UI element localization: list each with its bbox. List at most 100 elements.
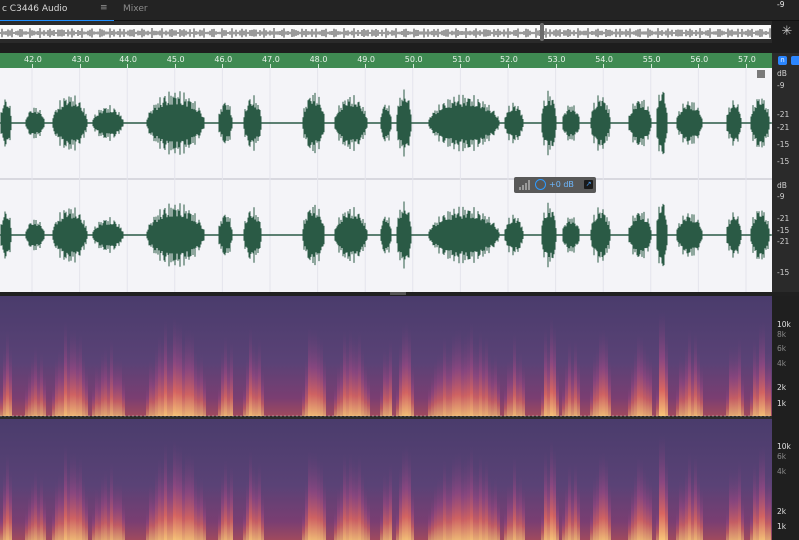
spectral-energy: [164, 319, 167, 416]
spectral-energy: [155, 469, 158, 540]
spectral-energy: [631, 486, 634, 540]
tab-editor-file[interactable]: c C3446 Audio Extracted.wav *: [0, 0, 114, 32]
spectral-energy: [634, 473, 637, 540]
panel-menu-icon[interactable]: ≡: [100, 3, 108, 13]
spectral-energy: [252, 341, 255, 416]
spectral-energy: [170, 461, 173, 540]
spectral-energy: [507, 359, 510, 416]
pin-icon[interactable]: ↗: [584, 180, 593, 189]
ruler-tick-label: 50.0: [404, 55, 423, 64]
spectral-energy: [628, 384, 631, 416]
tab-mixer[interactable]: Mixer: [123, 0, 148, 20]
spectral-energy: [541, 507, 544, 540]
db-scale-label: -21: [777, 110, 790, 119]
spectral-energy: [593, 352, 596, 416]
spectral-energy: [428, 507, 431, 540]
spectral-energy: [107, 358, 110, 416]
spectral-energy: [337, 363, 340, 416]
spectral-energy: [85, 490, 88, 540]
overview-view-handle[interactable]: [540, 23, 544, 41]
spectral-energy: [349, 453, 352, 540]
overview-waveform[interactable]: [0, 25, 771, 39]
spectral-energy: [170, 337, 173, 416]
spectral-energy: [631, 362, 634, 416]
ruler-tick-label: 49.0: [357, 55, 375, 64]
spectral-energy: [67, 338, 70, 416]
spectral-energy: [762, 321, 765, 416]
spectral-energy: [194, 473, 197, 540]
spectral-energy: [28, 368, 31, 416]
gain-knob-icon[interactable]: [535, 179, 546, 190]
spectral-frequency-display[interactable]: [0, 296, 772, 540]
spectral-energy: [67, 462, 70, 540]
spectral-energy: [179, 445, 182, 540]
ruler-tick-label: 48.0: [309, 55, 328, 64]
spectral-energy: [759, 323, 762, 416]
spectral-energy: [191, 454, 194, 540]
spectral-energy: [389, 463, 392, 540]
spectral-energy: [688, 329, 691, 416]
spectral-energy: [679, 478, 682, 540]
spectral-energy: [389, 339, 392, 416]
spectral-energy: [437, 353, 440, 416]
spectral-energy: [497, 496, 500, 540]
spectral-energy: [155, 346, 158, 416]
spectral-energy: [464, 457, 467, 540]
spectral-energy: [697, 474, 700, 540]
spectral-energy: [491, 359, 494, 416]
spectral-energy: [185, 452, 188, 540]
spectral-energy: [437, 477, 440, 540]
corner-expand-icon[interactable]: [757, 70, 765, 78]
spectral-energy: [697, 351, 700, 416]
spectral-energy: [92, 507, 95, 540]
spectral-energy: [434, 359, 437, 416]
overview-navigator[interactable]: [0, 21, 772, 43]
channel-select-icon[interactable]: [791, 56, 799, 65]
spectral-energy: [577, 360, 580, 416]
spectral-energy: [431, 371, 434, 416]
spectral-energy: [473, 340, 476, 416]
spectral-energy: [396, 384, 399, 416]
spectral-energy: [352, 458, 355, 540]
spectral-energy: [182, 338, 185, 416]
spectral-energy: [497, 372, 500, 416]
spectral-energy: [246, 355, 249, 416]
spectral-energy: [119, 480, 122, 540]
spectral-energy: [765, 474, 768, 540]
spectral-energy: [167, 462, 170, 540]
spectral-energy: [194, 350, 197, 416]
spectral-energy: [470, 323, 473, 416]
spectral-energy: [200, 353, 203, 416]
spectral-energy: [364, 485, 367, 540]
spectral-energy: [85, 366, 88, 416]
spectral-energy: [58, 472, 61, 540]
spectral-energy: [367, 373, 370, 416]
spectral-energy: [574, 339, 577, 416]
headphones-icon[interactable]: ∩: [778, 56, 787, 65]
spectral-energy: [482, 467, 485, 540]
spectral-energy: [221, 473, 224, 540]
spectral-energy: [323, 479, 326, 540]
spectral-energy: [230, 465, 233, 540]
spectral-energy: [553, 325, 556, 416]
spectral-energy: [590, 507, 593, 540]
spectral-energy: [741, 496, 744, 540]
zoom-navigator-icon[interactable]: ✳: [776, 22, 798, 42]
spectral-energy: [408, 327, 411, 416]
spectral-energy: [255, 345, 258, 416]
spectral-energy: [152, 484, 155, 540]
splitter-handle[interactable]: [390, 292, 406, 295]
spectral-energy: [608, 483, 611, 540]
spectral-energy: [405, 321, 408, 416]
spectral-energy: [565, 360, 568, 416]
spectral-energy: [735, 344, 738, 416]
spectral-energy: [6, 453, 9, 540]
spectral-energy: [768, 349, 771, 416]
spectral-energy: [504, 384, 507, 416]
spectral-energy: [52, 507, 55, 540]
spectral-energy: [188, 452, 191, 540]
spectral-energy: [104, 346, 107, 416]
spectral-energy: [449, 345, 452, 416]
spectral-energy: [116, 480, 119, 540]
gain-value[interactable]: +0 dB: [549, 180, 574, 189]
